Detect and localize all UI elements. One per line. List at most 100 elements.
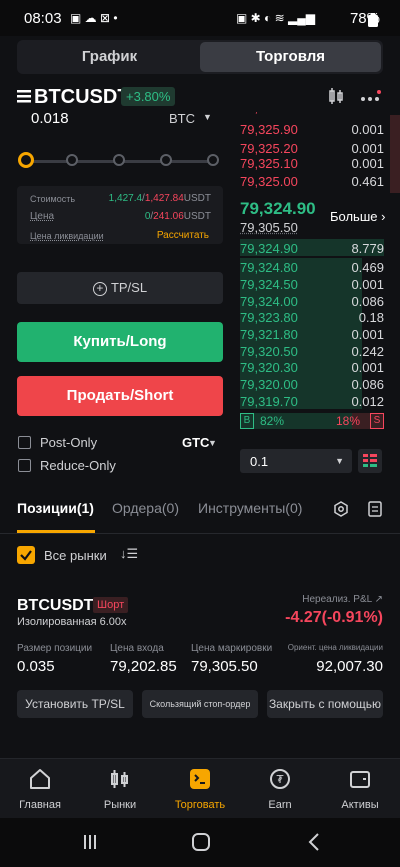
pnl-label: Нереализ. P&L ↗ [302,594,383,605]
menu-icon[interactable] [17,90,31,103]
last-price[interactable]: 79,324.90 [240,199,316,219]
slider-handle[interactable] [18,152,34,168]
orderbook-layout-icon[interactable] [358,449,382,473]
sell-short-button[interactable]: Продать/Short [17,376,223,416]
trailing-stop-button[interactable]: Скользящий стоп-ордер [142,690,258,718]
tab-chart[interactable]: График [19,42,200,72]
more-dots-icon[interactable] [360,90,382,104]
ask-depth-bar [390,115,400,193]
svg-text:₮: ₮ [277,773,284,786]
chevron-down-icon: ▼ [203,112,212,122]
bid-price: 79,321.80 [240,327,298,342]
pair-change-badge: +3.80% [121,87,176,106]
size-label: Размер позиции [17,643,93,654]
check-icon [20,550,32,561]
reduce-only-checkbox[interactable] [18,459,31,472]
all-markets-checkbox[interactable] [17,546,35,564]
post-only-checkbox[interactable] [18,436,31,449]
bid-row[interactable]: 79,324.90 8.779 [240,241,384,259]
nav-assets[interactable]: Активы [320,759,400,819]
bid-price: 79,323.80 [240,310,298,325]
status-bar: 08:03 ▣ ☁ ⊠ • ▣ ✱ ◐ ≋ ▂▄▆ 78% [0,0,400,36]
tab-orders[interactable]: Ордера(0) [112,500,179,516]
slider-step-75[interactable] [160,154,172,166]
post-only-label: Post-Only [40,435,98,450]
ask-row[interactable]: 79,325.00 0.461 [240,174,384,192]
pair-symbol[interactable]: BTCUSDT [34,86,130,109]
home-button-icon[interactable] [192,833,210,851]
qty-unit[interactable]: BTC [169,112,195,126]
tif-select[interactable]: GTC [182,435,209,450]
nav-home[interactable]: Главная [0,759,80,819]
bid-qty: 0.469 [351,260,384,275]
qty-value: 0.018 [31,112,69,127]
bid-row[interactable]: 79,319.70 0.012 [240,394,384,412]
buy-ratio: 82% [260,414,285,428]
nav-earn[interactable]: ₮ Earn [240,759,320,819]
bottom-nav: Главная Рынки Торговать ₮ Earn Активы [0,758,400,818]
active-tab-indicator [17,530,95,533]
nav-markets-label: Рынки [103,799,137,811]
battery-icon [368,13,378,27]
more-button[interactable]: Больше › [330,209,385,224]
mark-price: 79,305.50 [240,220,298,235]
bid-qty: 0.086 [351,377,384,392]
buy-tag: B [240,413,254,429]
signal-icons: ▣ ✱ ◐ ≋ ▂▄▆ [236,11,315,25]
mark-label: Цена маркировки [191,643,273,654]
entry-label: Цена входа [110,643,164,654]
sell-ratio: 18% [336,414,361,428]
ask-row-cut: 79,326.00 [240,112,384,118]
bid-price: 79,324.90 [240,241,298,256]
bid-qty: 0.242 [351,344,384,359]
slider-step-100[interactable] [207,154,219,166]
tif-chevron-icon[interactable]: ▼ [208,438,217,448]
document-icon[interactable] [368,501,382,517]
tab-tools[interactable]: Инструменты(0) [198,500,302,516]
tpsl-label: TP/SL [110,280,148,295]
coin-icon: ₮ [270,769,290,789]
tab-trade[interactable]: Торговля [200,42,381,72]
buy-long-button[interactable]: Купить/Long [17,322,223,362]
nav-trade[interactable]: Торговать [160,759,240,819]
bid-price: 79,320.30 [240,360,298,375]
nav-earn-label: Earn [268,799,292,811]
sort-icon[interactable]: ↓☰ [120,546,138,562]
bid-qty: 0.001 [351,277,384,292]
cost-values: 1,427.4/1,427.84USDT [108,193,211,204]
home-icon [30,769,50,789]
bid-price: 79,324.80 [240,260,298,275]
tpsl-button[interactable]: + TP/SL [17,272,223,304]
plus-circle-icon: + [92,281,107,296]
buy-sell-ratio: B 82% 18% S [240,413,384,429]
trade-icon [190,769,210,789]
back-icon[interactable] [308,833,320,851]
nav-trade-label: Торговать [174,799,226,811]
quantity-input[interactable]: 0.018 BTC ▼ [17,112,223,130]
nav-markets[interactable]: Рынки [80,759,160,819]
close-with-button[interactable]: Закрыть с помощью [267,690,383,718]
candlestick-icon[interactable] [328,88,348,104]
liq-calc-link[interactable]: Рассчитать [157,230,209,241]
position-side-badge: Шорт [93,597,129,613]
position-margin-mode: Изолированная 6.00x [17,616,127,628]
ask-row[interactable]: 79,325.10 0.001 [240,156,384,174]
slider-step-25[interactable] [66,154,78,166]
sell-tag: S [370,413,384,429]
share-icon: ↗ [374,594,383,605]
order-info-box: Стоимость 1,427.4/1,427.84USDT Цена 0/24… [17,186,223,244]
ask-row[interactable]: 79,325.90 0.001 [240,122,384,140]
bid-qty: 0.086 [351,294,384,309]
wallet-icon [350,771,370,788]
slider-step-50[interactable] [113,154,125,166]
set-tpsl-button[interactable]: Установить TP/SL [17,690,133,718]
price-label: Цена [30,211,55,222]
position-symbol[interactable]: BTCUSDT [17,597,93,615]
chevron-down-icon: ▼ [335,456,344,466]
liq-price-label: Ориент. цена ликвидации [287,643,383,652]
settings-icon[interactable] [333,501,349,517]
tab-positions[interactable]: Позиции(1) [17,500,94,516]
recents-icon[interactable] [82,834,98,850]
depth-step-select[interactable]: 0.1 ▼ [240,449,352,473]
status-icons: ▣ ☁ ⊠ • [70,11,118,25]
